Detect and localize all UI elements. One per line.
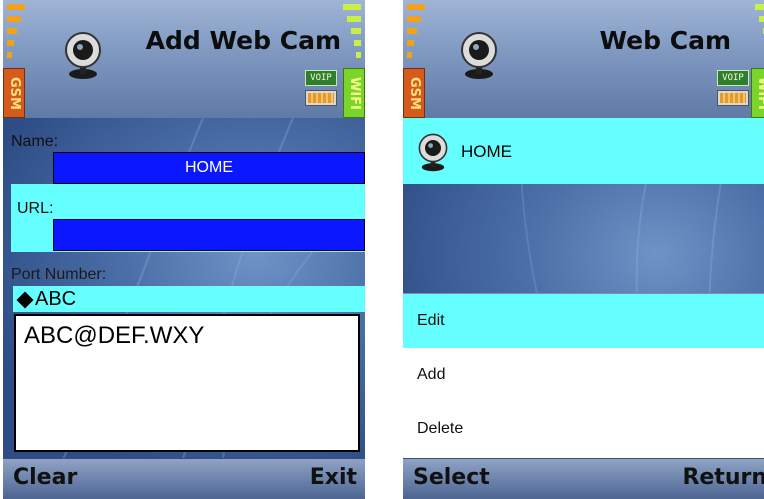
- softkey-bar: Select Return: [403, 458, 764, 499]
- title-bar: GSM Add Web Cam WIFI VOIP: [3, 0, 365, 118]
- web-cam-screen: GSM Web Cam WIFI VOIP HOME Edit Add Dele…: [403, 0, 764, 499]
- title-bar: GSM Web Cam WIFI VOIP: [403, 0, 764, 118]
- return-softkey[interactable]: Return: [682, 465, 764, 490]
- voip-badge: VOIP: [717, 70, 749, 86]
- battery-icon: [717, 90, 749, 106]
- gsm-badge: GSM: [403, 68, 425, 118]
- list-item-label: HOME: [461, 142, 512, 161]
- pen-icon: [16, 291, 34, 309]
- select-softkey[interactable]: Select: [413, 465, 490, 490]
- softkey-bar: Clear Exit: [3, 458, 365, 499]
- add-web-cam-screen: GSM Add Web Cam WIFI VOIP Name: HOME URL…: [3, 0, 365, 499]
- input-mode-bar: ABC: [13, 286, 365, 312]
- options-menu: Edit Add Delete: [403, 293, 764, 460]
- gsm-badge: GSM: [3, 68, 25, 118]
- url-label: URL:: [17, 200, 54, 217]
- voip-badge: VOIP: [305, 70, 337, 86]
- page-title: Web Cam: [599, 26, 731, 55]
- wifi-signal-icon: [739, 0, 764, 68]
- port-label: Port Number:: [11, 266, 107, 283]
- webcam-icon: [461, 32, 497, 79]
- name-field[interactable]: HOME: [53, 152, 365, 184]
- wifi-signal-icon: [339, 0, 365, 68]
- exit-softkey[interactable]: Exit: [310, 465, 357, 490]
- url-row[interactable]: URL:: [11, 184, 365, 252]
- webcam-icon: [418, 133, 448, 172]
- menu-item-add[interactable]: Add: [403, 348, 764, 402]
- clear-softkey[interactable]: Clear: [13, 465, 77, 490]
- list-item[interactable]: HOME: [403, 118, 764, 184]
- text-editor[interactable]: ABC@DEF.WXY: [14, 314, 360, 452]
- name-label: Name:: [11, 133, 59, 150]
- webcam-icon: [65, 32, 101, 79]
- menu-item-edit[interactable]: Edit: [403, 294, 764, 348]
- battery-icon: [305, 90, 337, 106]
- wifi-badge: WIFI: [343, 68, 365, 118]
- wifi-badge: WIFI: [751, 68, 764, 118]
- page-title: Add Web Cam: [145, 26, 341, 55]
- menu-item-delete[interactable]: Delete: [403, 402, 764, 456]
- input-mode-label: ABC: [35, 288, 77, 310]
- url-field[interactable]: [53, 219, 365, 251]
